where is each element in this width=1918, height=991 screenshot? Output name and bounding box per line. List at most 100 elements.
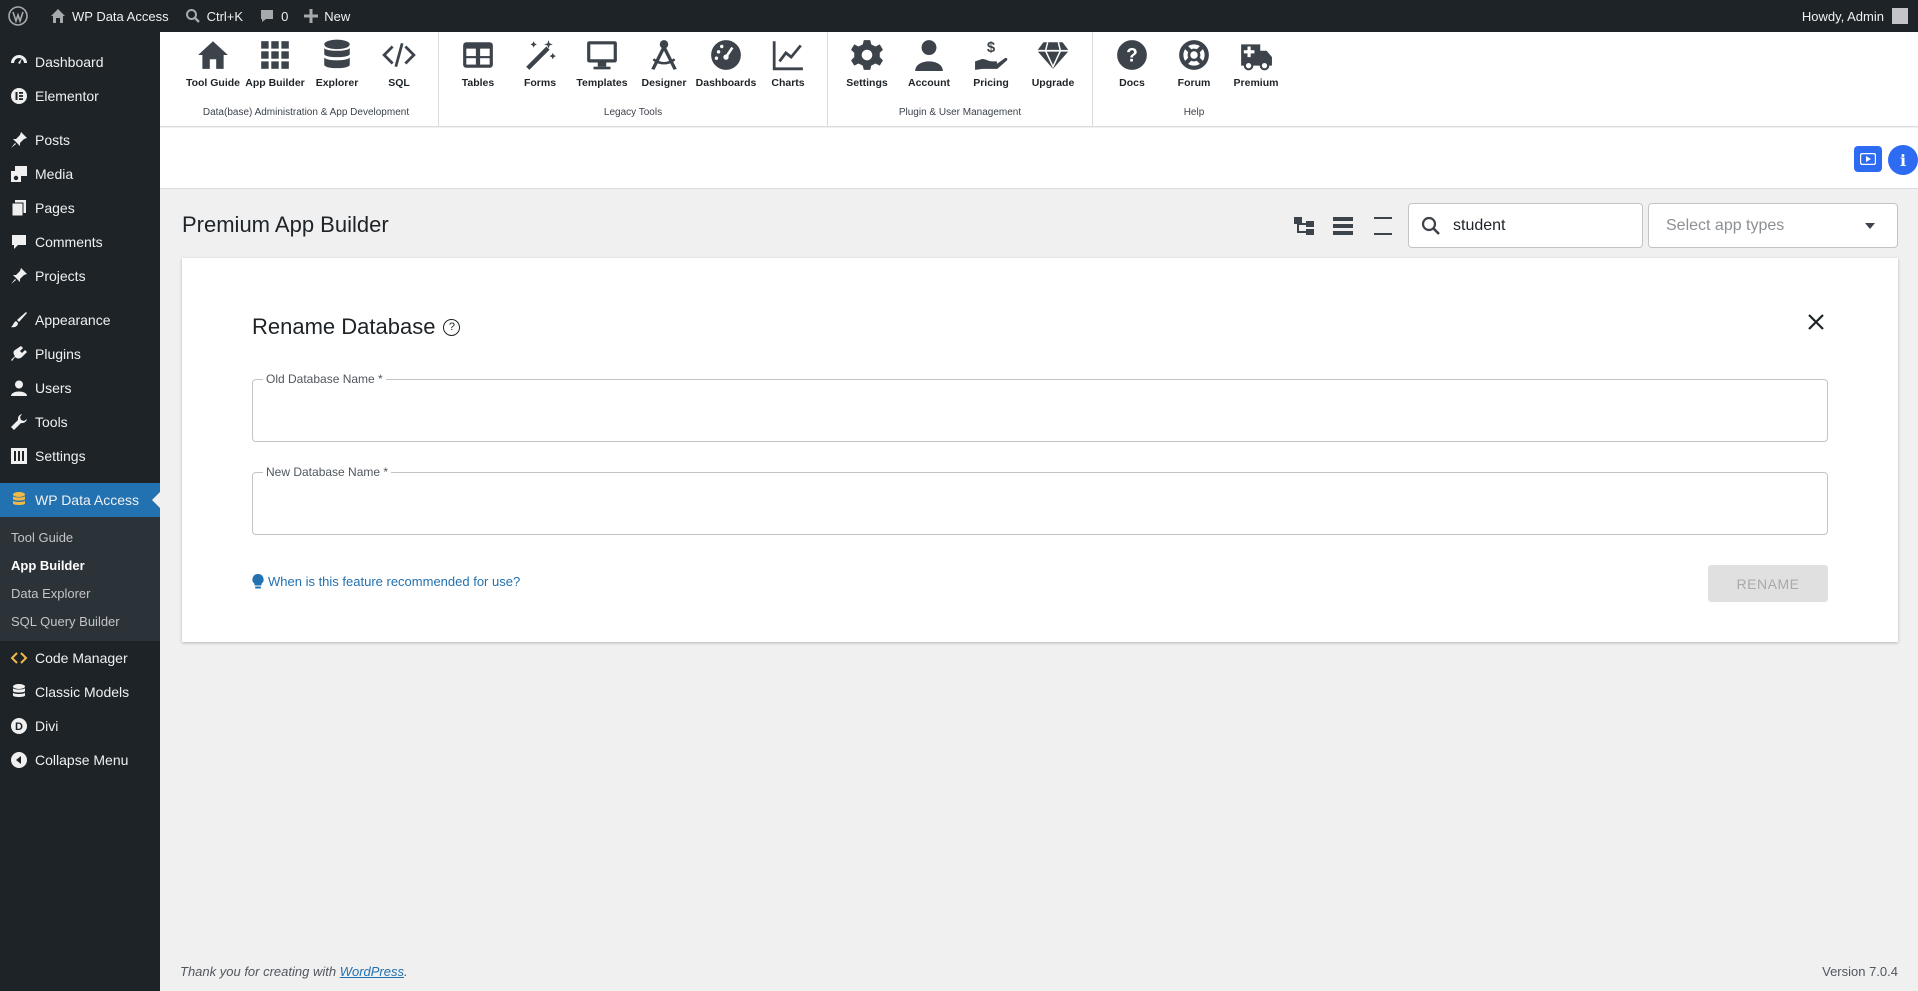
explorer-button[interactable]: Explorer	[306, 32, 368, 104]
docs-button[interactable]: ? Docs	[1101, 32, 1163, 104]
toolbar-group-management: Settings Account $ Pricing Upgrade Plugi…	[828, 32, 1093, 126]
designer-button[interactable]: Designer	[633, 32, 695, 104]
pin-icon	[9, 266, 29, 286]
admin-sidebar: Dashboard Elementor Posts Media Pages Co…	[0, 32, 160, 991]
tables-button[interactable]: Tables	[447, 32, 509, 104]
search-shortcut: Ctrl+K	[206, 8, 244, 24]
upgrade-button[interactable]: Upgrade	[1022, 32, 1084, 104]
comments-link[interactable]: 0	[251, 0, 296, 32]
rename-button[interactable]: RENAME	[1708, 565, 1828, 602]
database-icon	[324, 39, 350, 69]
sidebar-item-label: Elementor	[35, 88, 99, 104]
wordpress-link[interactable]: WordPress	[340, 964, 404, 979]
help-icon[interactable]: ?	[443, 318, 461, 336]
plugin-toolbar: Tool Guide App Builder Explorer SQL Data…	[160, 32, 1918, 127]
templates-button[interactable]: Templates	[571, 32, 633, 104]
search-icon	[185, 9, 200, 23]
sidebar-item-media[interactable]: Media	[0, 157, 160, 191]
lifebuoy-icon	[1179, 40, 1209, 70]
new-database-name-input[interactable]	[265, 491, 1805, 517]
submenu-item-data-explorer[interactable]: Data Explorer	[0, 579, 160, 607]
compact-view-icon[interactable]	[1371, 214, 1395, 238]
app-search-input[interactable]: student	[1408, 203, 1643, 248]
info-button[interactable]: i	[1888, 145, 1918, 175]
old-database-name-field[interactable]: Old Database Name *	[252, 372, 1828, 442]
select-placeholder: Select app types	[1666, 216, 1785, 234]
paintbrush-icon	[9, 310, 29, 330]
gauge-icon	[711, 40, 741, 70]
home-icon	[198, 41, 228, 69]
sidebar-item-comments[interactable]: Comments	[0, 225, 160, 259]
footer-thanks: Thank you for creating with WordPress.	[180, 964, 408, 979]
sidebar-item-settings[interactable]: Settings	[0, 439, 160, 473]
sidebar-item-code-manager[interactable]: Code Manager	[0, 641, 160, 675]
sidebar-item-plugins[interactable]: Plugins	[0, 337, 160, 371]
charts-button[interactable]: Charts	[757, 32, 819, 104]
toolbar-group-label: Help	[1183, 107, 1205, 118]
submenu-item-sql-query-builder[interactable]: SQL Query Builder	[0, 607, 160, 635]
sidebar-item-label: Dashboard	[35, 54, 104, 70]
settings-icon	[9, 446, 29, 466]
new-content-link[interactable]: New	[296, 0, 358, 32]
close-button[interactable]	[1804, 310, 1828, 334]
sidebar-item-label: Collapse Menu	[35, 752, 129, 768]
rename-database-panel: Rename Database ? Old Database Name * Ne…	[182, 258, 1898, 642]
submenu-item-app-builder[interactable]: App Builder	[0, 551, 160, 579]
howdy-text: Howdy, Admin	[1801, 8, 1884, 24]
sql-button[interactable]: SQL	[368, 32, 430, 104]
sidebar-item-appearance[interactable]: Appearance	[0, 303, 160, 337]
premium-button[interactable]: Premium	[1225, 32, 1287, 104]
sidebar-item-pages[interactable]: Pages	[0, 191, 160, 225]
forms-button[interactable]: Forms	[509, 32, 571, 104]
forum-button[interactable]: Forum	[1163, 32, 1225, 104]
submenu-item-tool-guide[interactable]: Tool Guide	[0, 523, 160, 551]
field-label: New Database Name *	[263, 465, 392, 479]
avatar	[1892, 8, 1908, 24]
sidebar-item-dashboard[interactable]: Dashboard	[0, 45, 160, 79]
code-icon	[9, 648, 29, 668]
youtube-button[interactable]	[1854, 146, 1882, 172]
sidebar-item-label: Appearance	[35, 312, 111, 328]
toolbar-group-label: Data(base) Administration & App Developm…	[202, 107, 410, 118]
toolbar-group-label: Plugin & User Management	[898, 107, 1022, 118]
tool-guide-button[interactable]: Tool Guide	[182, 32, 244, 104]
app-type-select[interactable]: Select app types	[1648, 203, 1898, 248]
new-database-name-field[interactable]: New Database Name *	[252, 465, 1828, 535]
settings-button[interactable]: Settings	[836, 32, 898, 104]
account-button[interactable]: Account	[898, 32, 960, 104]
toolbar-group-help: ? Docs Forum Premium Help	[1093, 32, 1295, 126]
sidebar-item-label: Posts	[35, 132, 71, 148]
sidebar-item-label: Code Manager	[35, 650, 128, 666]
toolbar-group-legacy: Tables Forms Templates Designer Dashboar…	[439, 32, 828, 126]
old-database-name-input[interactable]	[265, 398, 1805, 424]
sidebar-item-divi[interactable]: D Divi	[0, 709, 160, 743]
pricing-button[interactable]: $ Pricing	[960, 32, 1022, 104]
user-icon	[915, 40, 943, 71]
sidebar-item-classic-models[interactable]: Classic Models	[0, 675, 160, 709]
compass-drafting-icon	[651, 40, 677, 70]
command-search[interactable]: Ctrl+K	[177, 0, 251, 32]
my-account[interactable]: Howdy, Admin	[1794, 0, 1918, 32]
info-icon: i	[1899, 150, 1907, 170]
app-builder-button[interactable]: App Builder	[244, 32, 306, 104]
feature-hint-link[interactable]: When is this feature recommended for use…	[252, 574, 520, 589]
sidebar-item-posts[interactable]: Posts	[0, 123, 160, 157]
sidebar-item-projects[interactable]: Projects	[0, 259, 160, 293]
sidebar-item-label: WP Data Access	[35, 492, 140, 508]
comment-icon	[9, 232, 29, 252]
table-icon	[463, 42, 493, 68]
list-view-icon[interactable]	[1331, 214, 1355, 238]
code-icon	[382, 42, 416, 68]
wordpress-logo-icon[interactable]	[0, 0, 42, 32]
tree-view-icon[interactable]	[1292, 214, 1316, 238]
help-bar: i	[160, 128, 1918, 189]
sidebar-item-tools[interactable]: Tools	[0, 405, 160, 439]
site-name-link[interactable]: WP Data Access	[42, 0, 177, 32]
sidebar-item-label: Projects	[35, 268, 86, 284]
dialog-title-text: Rename Database	[252, 314, 436, 339]
dashboards-button[interactable]: Dashboards	[695, 32, 757, 104]
sidebar-item-users[interactable]: Users	[0, 371, 160, 405]
collapse-menu-button[interactable]: Collapse Menu	[0, 743, 160, 777]
sidebar-item-wp-data-access[interactable]: WP Data Access	[0, 483, 160, 517]
sidebar-item-elementor[interactable]: Elementor	[0, 79, 160, 113]
